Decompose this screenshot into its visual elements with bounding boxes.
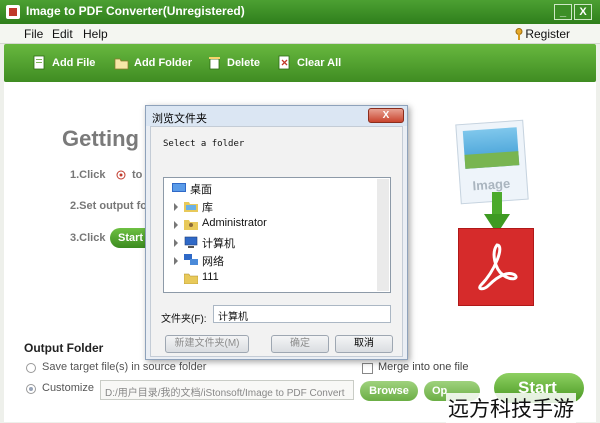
pdf-illustration (458, 228, 534, 306)
close-button[interactable]: X (574, 4, 592, 20)
step-2-text: 2.Set output fo (70, 200, 147, 212)
pdf-acrobat-icon (478, 243, 518, 291)
network-icon (184, 254, 198, 265)
menu-file[interactable]: File (24, 27, 43, 41)
tree-item-label: Administrator (202, 217, 267, 229)
clear-all-button[interactable]: Clear All (277, 54, 341, 72)
customize-label: Customize (42, 382, 94, 394)
tree-item-label: 桌面 (190, 184, 212, 196)
expand-icon[interactable] (174, 221, 178, 229)
getting-started-heading: Getting (62, 126, 139, 151)
dialog-body: Select a folder 桌面 库 Administrator 计算机 网… (150, 126, 403, 357)
delete-button[interactable]: Delete (207, 54, 260, 72)
library-icon (184, 202, 198, 212)
add-file-mini-icon (116, 170, 126, 180)
folder-tree[interactable]: 桌面 库 Administrator 计算机 网络 111 (163, 177, 391, 293)
toolbar: Add File Add Folder Delete Clear All (4, 44, 596, 82)
register-link[interactable]: Register (525, 27, 570, 41)
window-title: Image to PDF Converter(Unregistered) (26, 4, 245, 18)
menu-help[interactable]: Help (83, 27, 108, 41)
merge-checkbox[interactable] (362, 363, 373, 374)
folder-icon (184, 273, 198, 284)
desktop-icon (172, 183, 186, 192)
dialog-prompt: Select a folder (163, 139, 245, 149)
computer-icon (184, 236, 198, 248)
add-file-icon (33, 55, 45, 70)
menu-bar: File Edit Help Register (0, 24, 600, 44)
trash-icon (209, 57, 220, 70)
step-1-text: 1.Click (70, 169, 106, 181)
app-icon (6, 5, 20, 19)
folder-name-input[interactable]: 计算机 (213, 305, 391, 323)
add-file-button[interactable]: Add File (32, 54, 95, 72)
new-folder-button[interactable]: 新建文件夹(M) (165, 335, 249, 353)
minimize-button[interactable]: _ (554, 4, 572, 20)
key-icon (515, 28, 523, 40)
output-folder-title: Output Folder (24, 341, 104, 355)
browse-button[interactable]: Browse (360, 381, 418, 401)
delete-label: Delete (227, 57, 261, 69)
cancel-button[interactable]: 取消 (335, 335, 393, 353)
folder-field-label: 文件夹(F): (161, 314, 207, 325)
clear-all-label: Clear All (297, 57, 342, 69)
watermark-text: 远方科技手游 (446, 393, 576, 423)
dialog-close-button[interactable]: X (368, 108, 404, 123)
tree-item-label: 库 (202, 202, 213, 214)
save-source-radio[interactable] (26, 363, 36, 373)
add-file-label: Add File (52, 57, 96, 69)
expand-icon[interactable] (174, 203, 178, 211)
expand-icon[interactable] (174, 257, 178, 265)
title-bar: Image to PDF Converter(Unregistered) _ X (0, 0, 600, 24)
tree-scrollbar[interactable] (377, 179, 389, 291)
tree-item-label: 计算机 (202, 238, 235, 250)
output-path-field[interactable]: D:/用户目录/我的文档/iStonsoft/Image to PDF Conv… (100, 380, 354, 400)
browse-folder-dialog: 浏览文件夹 X Select a folder 桌面 库 Administrat… (145, 105, 408, 360)
user-folder-icon (184, 220, 198, 230)
expand-icon[interactable] (174, 239, 178, 247)
dialog-title: 浏览文件夹 (152, 113, 207, 125)
merge-label: Merge into one file (378, 361, 469, 373)
tree-item-label: 111 (202, 271, 219, 283)
ok-button[interactable]: 确定 (271, 335, 329, 353)
customize-radio[interactable] (26, 384, 36, 394)
image-hill (464, 151, 520, 169)
step-1-tail: to (132, 169, 143, 181)
dialog-title-bar: 浏览文件夹 X (146, 106, 407, 126)
clear-all-icon (278, 55, 290, 70)
add-folder-icon (114, 58, 129, 70)
add-folder-label: Add Folder (134, 57, 193, 69)
add-folder-button[interactable]: Add Folder (114, 54, 192, 72)
tree-item-label: 网络 (202, 256, 224, 268)
image-label: Image (472, 175, 511, 194)
save-source-label: Save target file(s) in source folder (42, 361, 207, 373)
menu-edit[interactable]: Edit (52, 27, 73, 41)
app-window: Image to PDF Converter(Unregistered) _ X… (0, 0, 600, 423)
step-3-text: 3.Click (70, 232, 106, 244)
